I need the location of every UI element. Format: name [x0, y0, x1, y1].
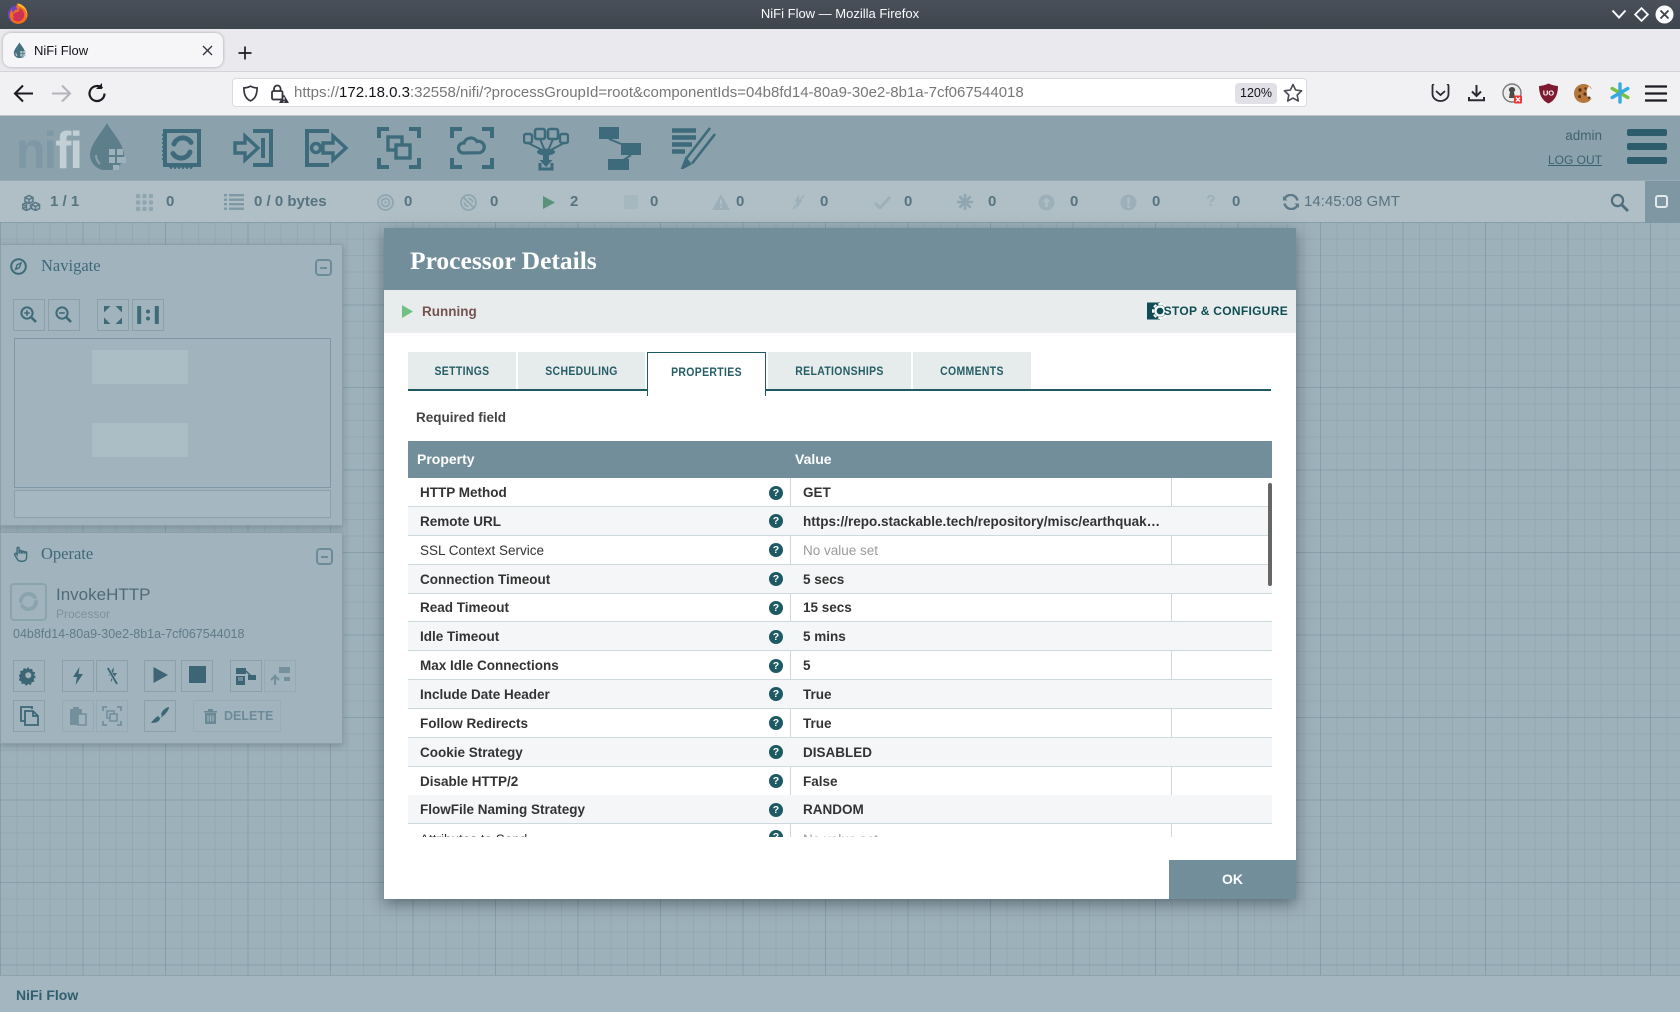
svg-text:UO: UO	[1543, 89, 1554, 98]
